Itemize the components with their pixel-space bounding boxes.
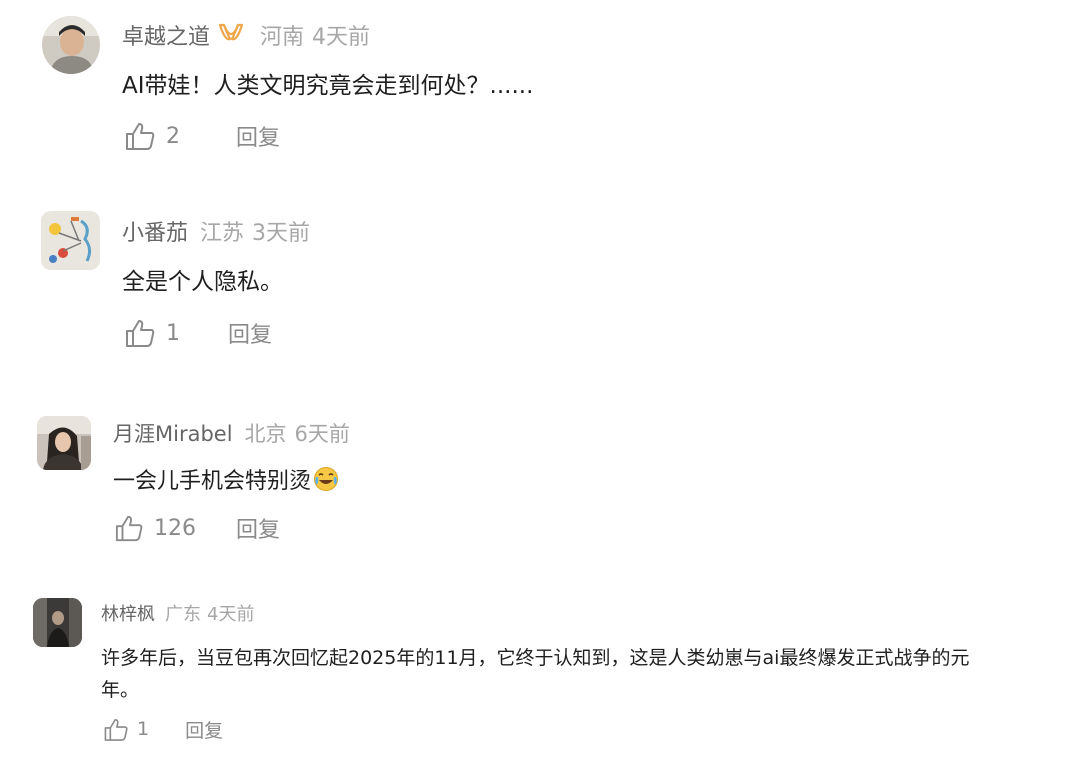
reply-button[interactable]: 回复 (236, 120, 280, 152)
like-count: 2 (166, 123, 180, 149)
comment-actions: 1 回复 (103, 714, 223, 744)
username[interactable]: 月涯Mirabel (113, 418, 233, 448)
thumbs-up-icon (104, 718, 128, 741)
reply-button[interactable]: 回复 (236, 512, 280, 544)
comment-item: 月涯Mirabel 北京 6天前 一会儿手机会特别烫 126 回复 (0, 400, 1080, 570)
avatar[interactable] (37, 416, 91, 470)
username[interactable]: 小番茄 (122, 215, 188, 247)
comment-text: 许多年后，当豆包再次回忆起2025年的11月，它终于认知到，这是人类幼崽与ai最… (101, 647, 970, 701)
reply-button[interactable]: 回复 (228, 317, 272, 349)
like-count: 126 (154, 515, 196, 541)
comment-text: AI带娃！人类文明究竟会走到何处？...... (122, 73, 534, 99)
like-button[interactable]: 2 (124, 121, 180, 151)
timestamp: 4天前 (312, 25, 371, 50)
username[interactable]: 林梓枫 (101, 600, 155, 626)
comment-actions: 1 回复 (124, 317, 272, 349)
comment-meta: 卓越之道 河南 4天前 (122, 20, 370, 50)
comment-meta: 月涯Mirabel 北京 6天前 (113, 418, 350, 448)
like-button[interactable]: 1 (124, 318, 180, 348)
comment-text: 一会儿手机会特别烫 (113, 469, 312, 494)
comment-item: 卓越之道 河南 4天前 AI带娃！人类文明究竟会走到何处？...... 2 回复 (0, 0, 1080, 180)
location: 广东 (165, 604, 201, 625)
location: 江苏 (200, 221, 245, 246)
avatar[interactable] (33, 598, 82, 647)
timestamp: 4天前 (207, 604, 255, 625)
reply-button[interactable]: 回复 (185, 716, 223, 743)
thumbs-up-icon (126, 320, 155, 347)
thumbs-up-icon (126, 123, 155, 150)
laughing-crying-emoji-icon (313, 466, 339, 501)
timestamp: 3天前 (252, 221, 311, 246)
avatar[interactable] (42, 16, 100, 74)
like-count: 1 (137, 718, 150, 740)
comment-meta: 小番茄 江苏 3天前 (122, 216, 310, 246)
thumbs-up-icon (115, 515, 143, 542)
comment-item: 小番茄 江苏 3天前 全是个人隐私。 1 回复 (0, 196, 1080, 376)
like-button[interactable]: 126 (114, 514, 196, 542)
username[interactable]: 卓越之道 (122, 19, 210, 51)
like-button[interactable]: 1 (103, 717, 149, 742)
location: 河南 (260, 25, 305, 50)
comment-meta: 林梓枫 广东 4天前 (101, 600, 254, 626)
like-count: 1 (166, 320, 180, 346)
avatar[interactable] (41, 211, 100, 270)
comment-actions: 2 回复 (124, 120, 280, 152)
comment-item: 林梓枫 广东 4天前 许多年后，当豆包再次回忆起2025年的11月，它终于认知到… (0, 586, 1080, 766)
comment-actions: 126 回复 (114, 512, 280, 544)
comment-text: 全是个人隐私。 (122, 269, 283, 295)
timestamp: 6天前 (294, 422, 350, 446)
location: 北京 (244, 422, 287, 446)
comment-text-row: 一会儿手机会特别烫 (113, 466, 339, 501)
double-v-badge-icon (218, 21, 244, 49)
